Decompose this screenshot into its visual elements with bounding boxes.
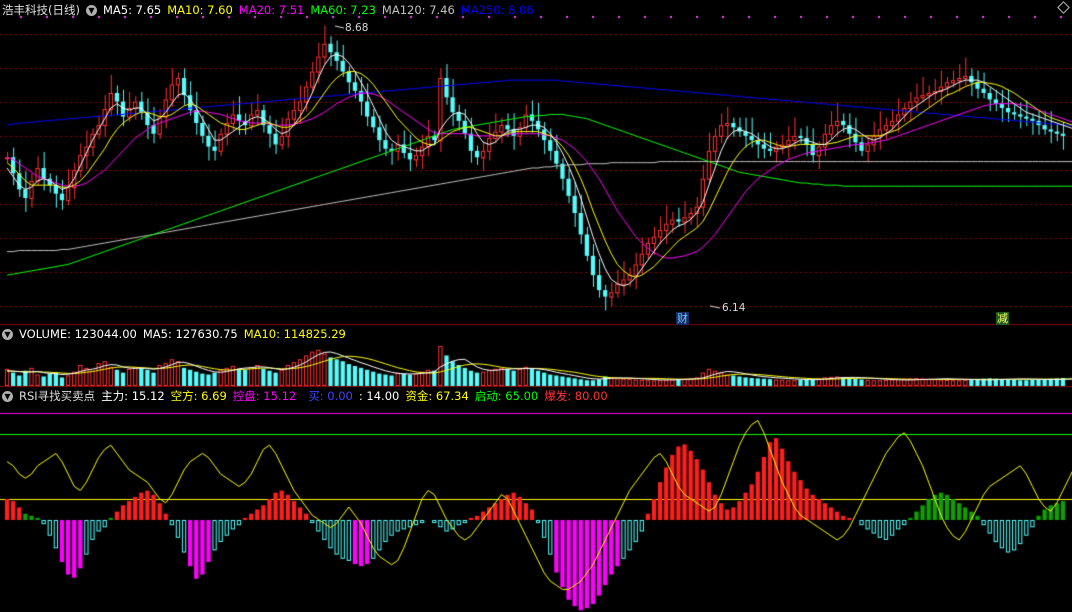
ma5-label: MA5: 7.65 bbox=[102, 3, 162, 17]
rsi-buy-label: 买: 0.00 bbox=[308, 389, 353, 403]
volume-ma5-label: MA5: 127630.75 bbox=[142, 327, 238, 341]
rsi-qidong-label: 启动: 65.00 bbox=[474, 389, 539, 403]
ma10-label: MA10: 7.60 bbox=[167, 3, 233, 17]
collapse-icon[interactable]: ▼ bbox=[2, 390, 13, 402]
stock-chart-canvas[interactable] bbox=[0, 0, 1072, 612]
badge-cai[interactable]: 财 bbox=[676, 312, 689, 325]
volume-ma10-label: MA10: 114825.29 bbox=[243, 327, 346, 341]
rsi-zijin-label: 资金: 67.34 bbox=[405, 389, 469, 403]
ma20-label: MA20: 7.51 bbox=[238, 3, 305, 17]
badge-jian[interactable]: 减 bbox=[996, 312, 1009, 325]
ma60-label: MA60: 7.23 bbox=[310, 3, 376, 17]
ma250-label: MA250: 8.06 bbox=[460, 3, 534, 17]
main-panel-header: 浩丰科技(日线) ▼ MA5: 7.65 MA10: 7.60 MA20: 7.… bbox=[2, 2, 540, 18]
rsi-baofa-label: 爆发: 80.00 bbox=[544, 389, 608, 403]
volume-panel-header: ▼ VOLUME: 123044.00 MA5: 127630.75 MA10:… bbox=[2, 326, 352, 342]
rsi-buy-value-label: : 14.00 bbox=[358, 389, 400, 403]
rsi-zhuli-label: 主力: 15.12 bbox=[101, 389, 165, 403]
ma120-label: MA120: 7.46 bbox=[381, 3, 455, 17]
stock-title[interactable]: 浩丰科技(日线) bbox=[2, 2, 80, 18]
volume-label: VOLUME: 123044.00 bbox=[19, 327, 137, 341]
collapse-icon[interactable]: ▼ bbox=[2, 328, 13, 340]
rsi-panel-header: ▼ RSI寻找买卖点 主力: 15.12 空方: 6.69 控盘: 15.12 … bbox=[2, 388, 614, 404]
rsi-kongfang-label: 空方: 6.69 bbox=[170, 389, 227, 403]
high-price-label: 8.68 bbox=[345, 22, 369, 34]
collapse-icon[interactable]: ▼ bbox=[85, 4, 97, 16]
low-price-label: 6.14 bbox=[722, 302, 746, 314]
rsi-title: RSI寻找买卖点 bbox=[19, 389, 96, 403]
rsi-kongpan-label: 控盘: 15.12 bbox=[232, 389, 297, 403]
